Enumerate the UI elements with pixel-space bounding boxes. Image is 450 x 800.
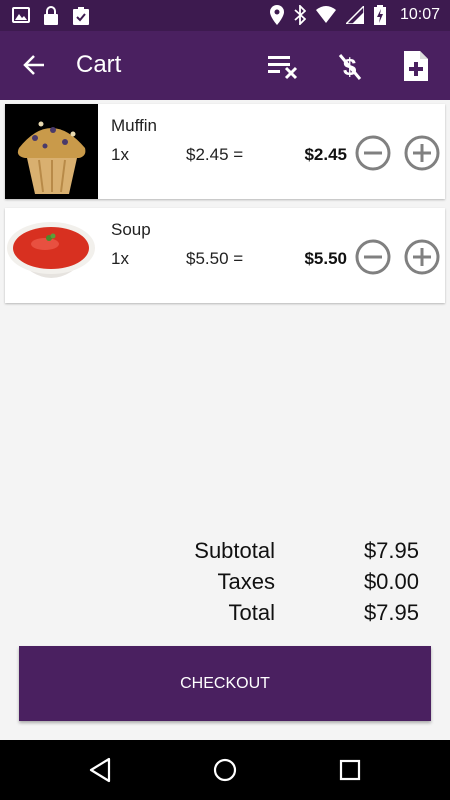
- item-line-total: $5.50: [304, 249, 347, 268]
- soup-thumbnail: [5, 208, 98, 303]
- minus-circle-icon: [355, 239, 391, 275]
- add-note-button[interactable]: [396, 47, 436, 85]
- item-unit-price: $2.45 =: [186, 145, 244, 164]
- no-money-button[interactable]: $: [330, 47, 370, 85]
- taxes-label: Taxes: [217, 569, 275, 594]
- cart-list: Muffin 1x $2.45 = $2.45 Soup 1x $5.50 = …: [5, 104, 445, 312]
- app-bar: Cart $: [0, 31, 450, 100]
- cart-item[interactable]: Soup 1x $5.50 = $5.50: [5, 208, 445, 303]
- minus-circle-icon: [355, 135, 391, 171]
- total-value: $7.95: [363, 600, 419, 625]
- item-quantity: 1x: [111, 145, 129, 164]
- clipboard-check-icon: [73, 7, 89, 25]
- increase-quantity-button[interactable]: [403, 238, 441, 276]
- taxes-row: Taxes $0.00: [0, 567, 450, 598]
- nav-home-button[interactable]: [205, 754, 245, 786]
- nav-back-button[interactable]: [80, 754, 120, 786]
- item-quantity: 1x: [111, 249, 129, 268]
- total-label: Total: [228, 600, 275, 625]
- clear-cart-button[interactable]: [264, 47, 304, 85]
- wifi-icon: [315, 6, 336, 23]
- item-name: Muffin: [111, 116, 157, 135]
- nav-home-icon: [213, 758, 237, 782]
- bluetooth-icon: [294, 5, 306, 25]
- lock-notification-icon: [44, 6, 58, 25]
- back-button[interactable]: [14, 47, 54, 83]
- plus-circle-icon: [404, 135, 440, 171]
- location-icon: [269, 5, 284, 25]
- item-line-total: $2.45: [304, 145, 347, 164]
- add-document-icon: [404, 51, 428, 81]
- order-totals: Subtotal $7.95 Taxes $0.00 Total $7.95: [0, 536, 450, 629]
- image-notification-icon: [12, 7, 30, 23]
- page-title: Cart: [76, 51, 122, 78]
- subtotal-row: Subtotal $7.95: [0, 536, 450, 567]
- item-unit-price: $5.50 =: [186, 249, 244, 268]
- nav-recents-icon: [339, 759, 361, 781]
- plus-circle-icon: [404, 239, 440, 275]
- increase-quantity-button[interactable]: [403, 134, 441, 172]
- decrease-quantity-button[interactable]: [354, 134, 392, 172]
- no-money-icon: $: [338, 54, 362, 81]
- soup-image: [5, 208, 98, 303]
- cart-item[interactable]: Muffin 1x $2.45 = $2.45: [5, 104, 445, 199]
- back-arrow-icon: [23, 55, 44, 75]
- clear-list-icon: [268, 56, 298, 80]
- subtotal-label: Subtotal: [194, 538, 275, 563]
- muffin-thumbnail: [5, 104, 98, 199]
- battery-charging-icon: [373, 5, 386, 25]
- muffin-image: [5, 104, 98, 199]
- checkout-button[interactable]: CHECKOUT: [19, 646, 431, 721]
- navigation-bar: [0, 740, 450, 800]
- subtotal-value: $7.95: [363, 538, 419, 563]
- total-row: Total $7.95: [0, 598, 450, 629]
- status-bar: 10:07: [0, 0, 450, 31]
- status-time: 10:07: [399, 6, 440, 23]
- nav-back-icon: [89, 757, 111, 783]
- signal-icon: [345, 6, 364, 24]
- status-notifications: [12, 6, 90, 26]
- taxes-value: $0.00: [363, 569, 419, 594]
- decrease-quantity-button[interactable]: [354, 238, 392, 276]
- nav-recents-button[interactable]: [330, 754, 370, 786]
- status-system-icons: 10:07: [269, 5, 440, 25]
- item-name: Soup: [111, 220, 151, 239]
